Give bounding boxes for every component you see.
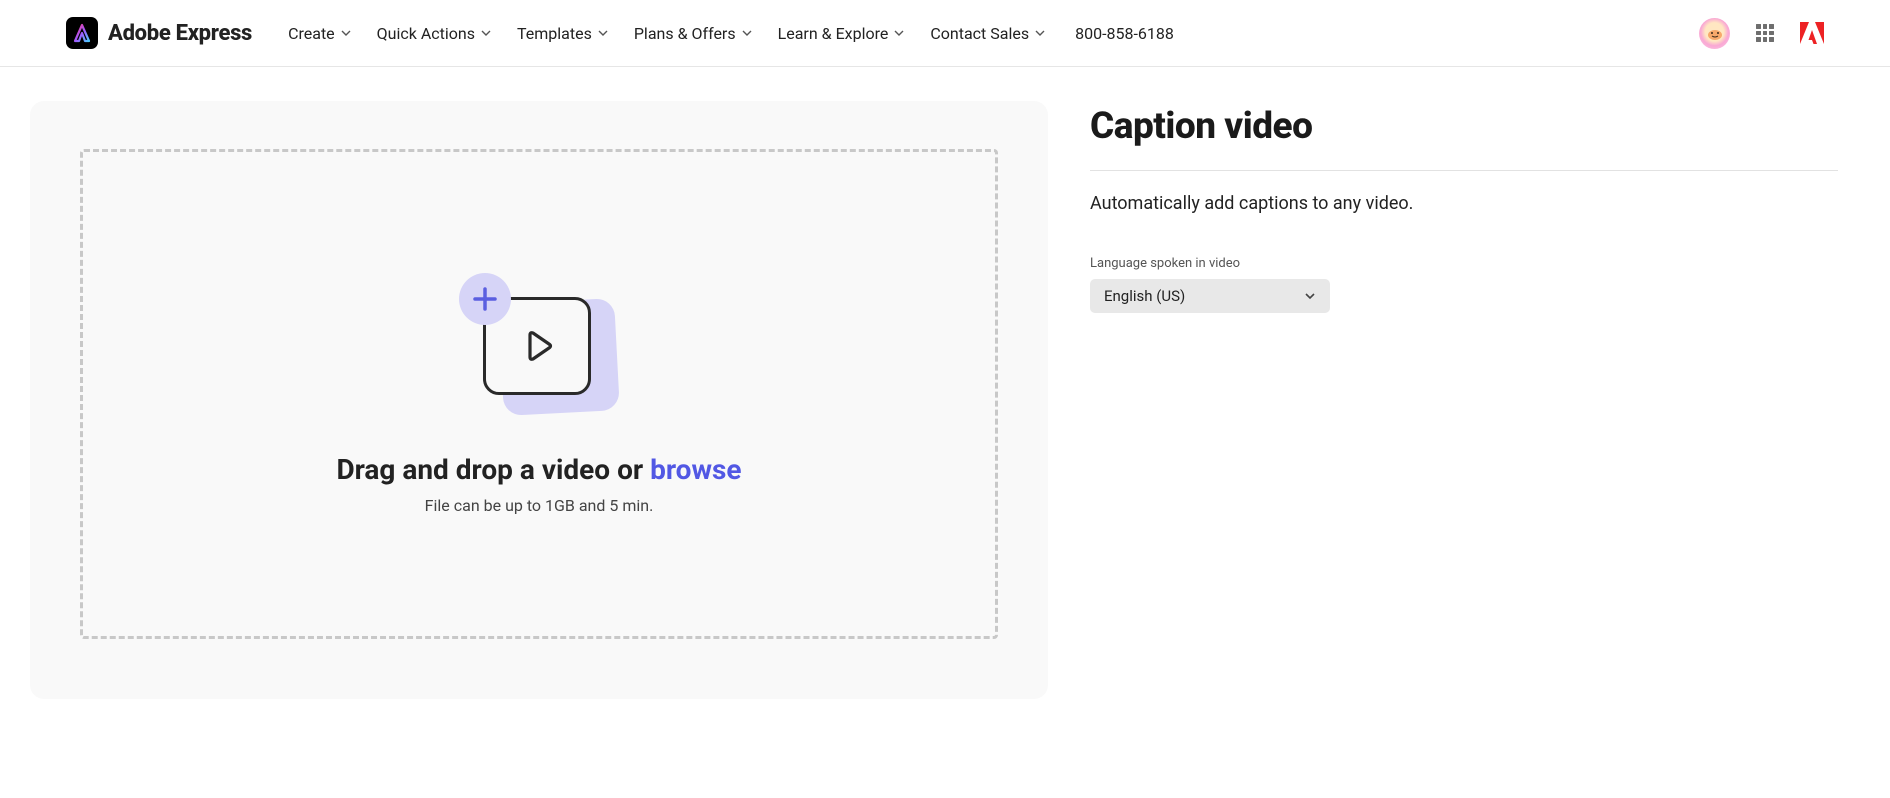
- user-avatar[interactable]: [1699, 18, 1730, 49]
- play-icon: [514, 323, 560, 369]
- title-divider: [1090, 170, 1838, 171]
- brand-text: Adobe Express: [108, 21, 252, 46]
- top-header: Adobe Express Create Quick Actions Templ…: [0, 0, 1890, 67]
- language-selected-value: English (US): [1104, 287, 1185, 305]
- nav-plans-offers[interactable]: Plans & Offers: [634, 24, 752, 43]
- nav-label: Quick Actions: [377, 24, 475, 43]
- chevron-down-icon: [341, 28, 351, 38]
- nav-quick-actions[interactable]: Quick Actions: [377, 24, 491, 43]
- chevron-down-icon: [598, 28, 608, 38]
- primary-nav: Create Quick Actions Templates Plans & O…: [288, 24, 1045, 43]
- nav-label: Plans & Offers: [634, 24, 736, 43]
- adobe-express-logo-icon: [66, 17, 98, 49]
- language-field-label: Language spoken in video: [1090, 256, 1838, 271]
- plus-icon: [470, 284, 500, 314]
- nav-create[interactable]: Create: [288, 24, 351, 43]
- nav-learn-explore[interactable]: Learn & Explore: [778, 24, 905, 43]
- nav-label: Create: [288, 24, 335, 43]
- video-drop-zone[interactable]: Drag and drop a video or browse File can…: [80, 149, 998, 639]
- plus-badge: [459, 273, 511, 325]
- chevron-down-icon: [1035, 28, 1045, 38]
- page-title: Caption video: [1090, 105, 1838, 148]
- page-subtitle: Automatically add captions to any video.: [1090, 193, 1838, 214]
- contact-phone[interactable]: 800-858-6188: [1075, 24, 1174, 43]
- chevron-down-icon: [894, 28, 904, 38]
- chevron-down-icon: [742, 28, 752, 38]
- drop-secondary-text: File can be up to 1GB and 5 min.: [425, 496, 654, 515]
- browse-link[interactable]: browse: [650, 453, 741, 486]
- app-switcher-icon[interactable]: [1756, 24, 1774, 42]
- chevron-down-icon: [1304, 290, 1316, 302]
- chevron-down-icon: [481, 28, 491, 38]
- adobe-logo-icon[interactable]: [1800, 22, 1824, 44]
- nav-label: Templates: [517, 24, 592, 43]
- nav-contact-sales[interactable]: Contact Sales: [930, 24, 1045, 43]
- settings-panel: Caption video Automatically add captions…: [1090, 105, 1890, 699]
- upload-illustration: [459, 273, 619, 413]
- nav-templates[interactable]: Templates: [517, 24, 608, 43]
- avatar-face-icon: [1705, 23, 1725, 43]
- main-content: Drag and drop a video or browse File can…: [0, 67, 1890, 699]
- nav-label: Contact Sales: [930, 24, 1029, 43]
- drop-text-prefix: Drag and drop a video or: [336, 453, 650, 486]
- language-select[interactable]: English (US): [1090, 279, 1330, 313]
- upload-panel: Drag and drop a video or browse File can…: [30, 101, 1048, 699]
- nav-label: Learn & Explore: [778, 24, 889, 43]
- brand-logo[interactable]: Adobe Express: [66, 17, 252, 49]
- header-right: [1699, 18, 1824, 49]
- drop-primary-text: Drag and drop a video or browse: [336, 453, 741, 486]
